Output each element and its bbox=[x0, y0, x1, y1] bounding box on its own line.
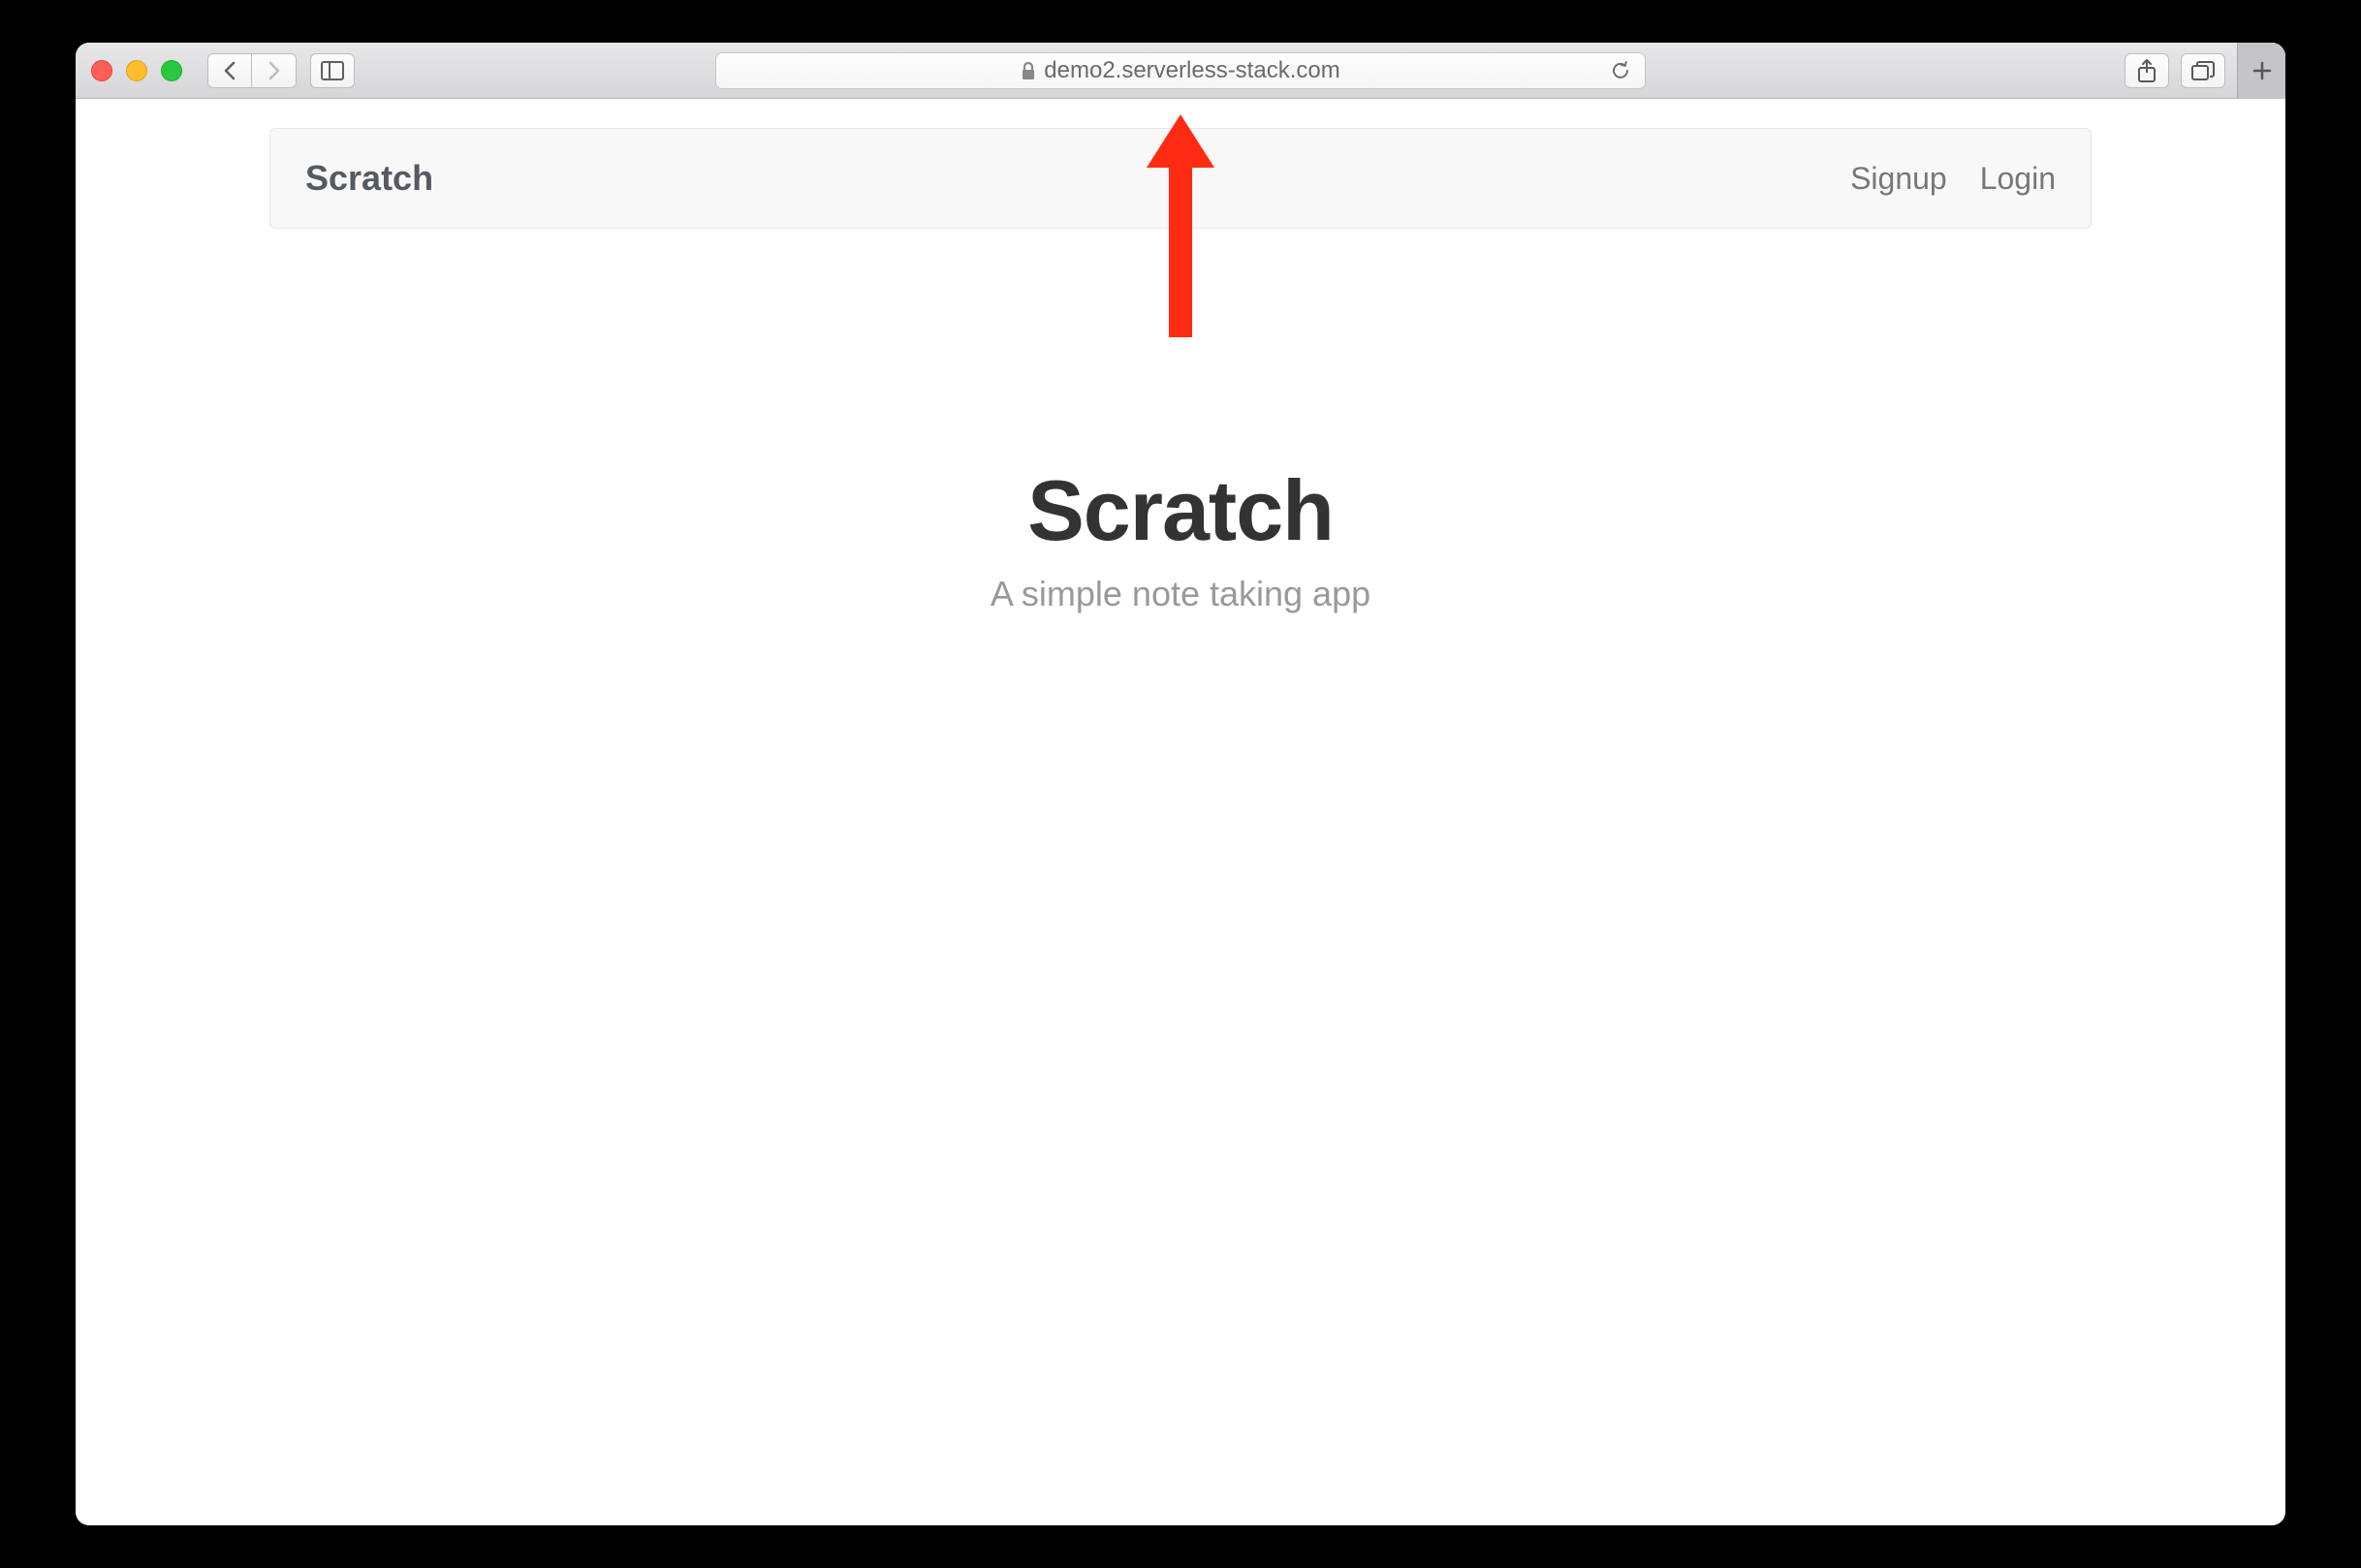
plus-icon bbox=[2251, 60, 2273, 81]
brand-link[interactable]: Scratch bbox=[305, 158, 433, 199]
tabs-button[interactable] bbox=[2181, 53, 2225, 88]
browser-window: demo2.serverless-stack.com Scratch bbox=[76, 43, 2285, 1525]
minimize-window-button[interactable] bbox=[126, 60, 147, 81]
page-content: Scratch Signup Login Scratch A simple no… bbox=[76, 99, 2285, 1525]
chevron-left-icon bbox=[223, 61, 236, 80]
signup-link[interactable]: Signup bbox=[1850, 161, 1947, 197]
close-window-button[interactable] bbox=[91, 60, 112, 81]
reload-icon bbox=[1610, 60, 1631, 81]
forward-button[interactable] bbox=[252, 53, 297, 88]
hero-section: Scratch A simple note taking app bbox=[76, 461, 2285, 614]
arrow-up-icon bbox=[1147, 114, 1214, 337]
browser-toolbar: demo2.serverless-stack.com bbox=[76, 43, 2285, 99]
address-bar[interactable]: demo2.serverless-stack.com bbox=[715, 52, 1646, 89]
toolbar-right-group bbox=[2125, 43, 2270, 99]
chevron-right-icon bbox=[268, 61, 281, 80]
reload-button[interactable] bbox=[1610, 60, 1631, 81]
login-link[interactable]: Login bbox=[1980, 161, 2056, 197]
sidebar-toggle-button[interactable] bbox=[310, 53, 355, 88]
back-button[interactable] bbox=[207, 53, 252, 88]
address-text: demo2.serverless-stack.com bbox=[1044, 57, 1339, 84]
nav-links: Signup Login bbox=[1850, 161, 2056, 197]
hero-title: Scratch bbox=[76, 461, 2285, 560]
fullscreen-window-button[interactable] bbox=[161, 60, 182, 81]
share-button[interactable] bbox=[2125, 53, 2169, 88]
window-controls bbox=[91, 60, 182, 81]
tabs-icon bbox=[2190, 60, 2216, 81]
nav-button-group bbox=[207, 53, 297, 88]
new-tab-button[interactable] bbox=[2237, 43, 2285, 99]
lock-icon bbox=[1021, 61, 1036, 80]
sidebar-icon bbox=[321, 61, 344, 80]
share-icon bbox=[2136, 58, 2157, 83]
hero-subtitle: A simple note taking app bbox=[76, 574, 2285, 614]
annotation-arrow bbox=[1147, 114, 1214, 337]
